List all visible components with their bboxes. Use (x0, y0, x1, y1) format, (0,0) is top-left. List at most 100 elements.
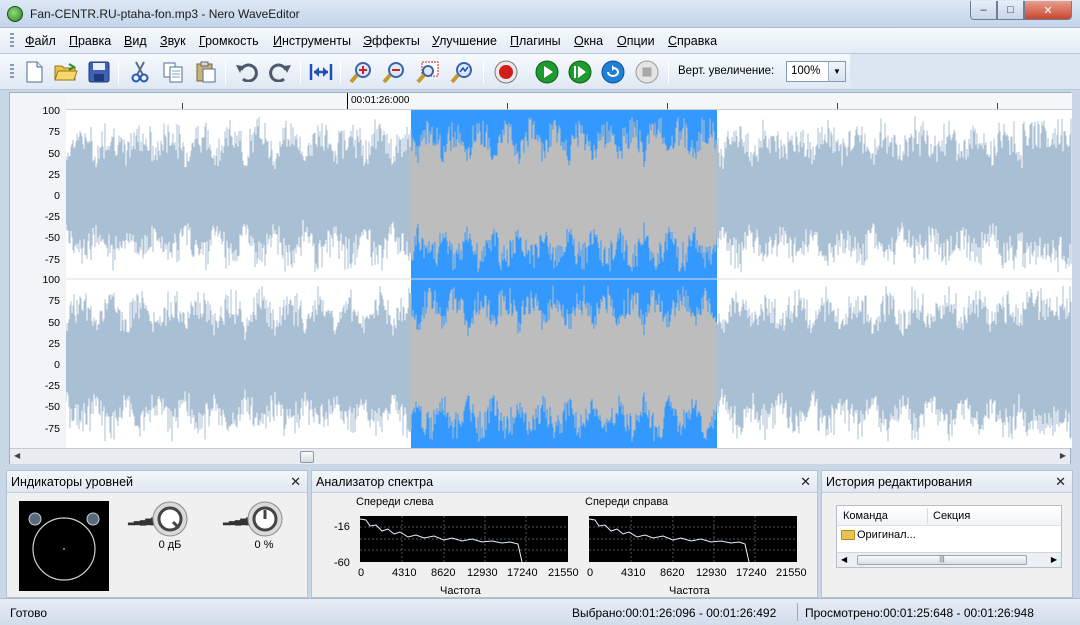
pan-knob[interactable] (247, 501, 283, 537)
zoom-selection-icon[interactable] (416, 60, 440, 84)
scroll-left-icon[interactable]: ◀ (841, 555, 847, 564)
toolbar-grip[interactable] (10, 64, 14, 80)
menu-enhancement[interactable]: Улучшение (432, 34, 497, 48)
menu-grip[interactable] (10, 33, 14, 49)
history-panel-title: История редактирования (826, 475, 973, 489)
levels-close-icon[interactable]: ✕ (290, 474, 301, 490)
menu-bar: Файл Правка Вид Звук Громкость Инструмен… (0, 28, 1080, 54)
waveform-panel[interactable]: 00:01:26:000 100 75 50 25 0 -25 -50 -75 … (9, 92, 1072, 464)
paste-icon[interactable] (194, 60, 218, 84)
history-row[interactable]: Оригинал... (841, 529, 916, 541)
zoom-in-icon[interactable] (349, 60, 373, 84)
stop-icon[interactable] (635, 60, 659, 84)
levels-panel-header: Индикаторы уровней ✕ (7, 471, 307, 493)
history-close-icon[interactable]: ✕ (1055, 474, 1066, 490)
menu-view[interactable]: Вид (124, 34, 147, 48)
status-viewed-range: Просмотрено:00:01:25:648 - 00:01:26:948 (805, 606, 1034, 620)
amplitude-axis-label: -75 (44, 254, 60, 266)
menu-edit[interactable]: Правка (69, 34, 111, 48)
play-selection-icon[interactable] (568, 60, 592, 84)
amplitude-axis-label: 100 (42, 105, 60, 117)
menu-help[interactable]: Справка (668, 34, 717, 48)
undo-icon[interactable] (235, 60, 259, 84)
horizontal-scrollbar[interactable]: ◀ ▶ (10, 448, 1070, 464)
window-title: Fan-CENTR.RU-ptaha-fon.mp3 - Nero WaveEd… (30, 7, 300, 21)
menu-tools[interactable]: Инструменты (273, 34, 351, 48)
amplitude-axis-label: -25 (44, 211, 60, 223)
history-table-header: Команда Секция (837, 506, 1061, 526)
waveform-display[interactable] (66, 110, 1072, 448)
save-disk-icon[interactable] (87, 60, 111, 84)
phase-scope (19, 501, 109, 591)
amplitude-axis-label: 0 (54, 190, 60, 202)
scroll-right-icon[interactable]: ▶ (1060, 451, 1066, 460)
column-command[interactable]: Команда (843, 510, 888, 522)
spectrum-x-tick: 12930 (467, 567, 498, 579)
history-scrollbar[interactable]: ◀ ||| ▶ (837, 552, 1061, 567)
close-button[interactable]: ✕ (1024, 1, 1072, 20)
spectrum-x-tick: 21550 (776, 567, 807, 579)
scroll-left-icon[interactable]: ◀ (14, 451, 20, 460)
menu-plugins[interactable]: Плагины (510, 34, 561, 48)
spectrum-x-tick: 8620 (431, 567, 456, 579)
spectrum-y-tick: -16 (334, 521, 350, 533)
volume-knob[interactable] (152, 501, 188, 537)
status-separator (797, 603, 798, 621)
history-row-original: Оригинал... (857, 529, 916, 541)
menu-effects[interactable]: Эффекты (363, 34, 420, 48)
menu-windows[interactable]: Окна (574, 34, 603, 48)
menu-volume[interactable]: Громкость (199, 34, 259, 48)
chevron-down-icon[interactable]: ▼ (828, 62, 845, 81)
history-panel-header: История редактирования ✕ (822, 471, 1072, 493)
cut-scissors-icon[interactable] (128, 60, 152, 84)
spectrum-x-tick: 17240 (507, 567, 538, 579)
ruler-tick (507, 103, 508, 109)
column-divider[interactable] (927, 508, 928, 524)
spectrum-panel-title: Анализатор спектра (316, 475, 434, 489)
history-scrollbar-thumb[interactable]: ||| (857, 555, 1027, 565)
history-table[interactable]: Команда Секция Оригинал... ◀ ||| ▶ (836, 505, 1062, 568)
amplitude-axis-label: -75 (44, 423, 60, 435)
ruler-tick (997, 103, 998, 109)
toolbar-separator (340, 60, 341, 84)
new-file-icon[interactable] (22, 60, 46, 84)
time-ruler[interactable]: 00:01:26:000 (66, 93, 1072, 110)
volume-value: 0 дБ (158, 539, 182, 551)
toolbar-separator (483, 60, 484, 84)
ruler-tick (837, 103, 838, 109)
spectrum-x-tick: 8620 (660, 567, 685, 579)
minimize-button[interactable]: – (970, 1, 997, 20)
zoom-fit-icon[interactable] (450, 60, 474, 84)
folder-icon (841, 530, 855, 540)
pan-value: 0 % (254, 539, 274, 551)
copy-icon[interactable] (161, 60, 185, 84)
spectrum-close-icon[interactable]: ✕ (800, 474, 811, 490)
menu-sound[interactable]: Звук (160, 34, 186, 48)
menu-options[interactable]: Опции (617, 34, 655, 48)
time-marker: 00:01:26:000 (347, 93, 409, 109)
play-icon[interactable] (535, 60, 559, 84)
amplitude-axis-label: 25 (48, 338, 60, 350)
redo-icon[interactable] (268, 60, 292, 84)
maximize-button[interactable]: □ (997, 1, 1024, 20)
scrollbar-thumb[interactable] (300, 451, 314, 463)
levels-panel-title: Индикаторы уровней (11, 475, 134, 489)
spectrum-left-label: Спереди слева (356, 496, 434, 508)
status-ready: Готово (10, 606, 48, 620)
toolbar-empty-area (850, 54, 1080, 90)
menu-file[interactable]: Файл (25, 34, 56, 48)
toolbar-separator (668, 60, 669, 84)
scroll-right-icon[interactable]: ▶ (1051, 555, 1057, 564)
zoom-out-icon[interactable] (382, 60, 406, 84)
spectrum-panel-header: Анализатор спектра ✕ (312, 471, 817, 493)
spectrum-x-tick: 12930 (696, 567, 727, 579)
amplitude-axis-label: 25 (48, 169, 60, 181)
open-folder-icon[interactable] (54, 60, 78, 84)
loop-icon[interactable] (601, 60, 625, 84)
fit-width-icon[interactable] (309, 60, 333, 84)
vertical-zoom-select[interactable]: 100% ▼ (786, 61, 846, 82)
column-section[interactable]: Секция (933, 510, 970, 522)
record-icon[interactable] (494, 60, 518, 84)
status-bar: Готово Выбрано:00:01:26:096 - 00:01:26:4… (0, 598, 1080, 625)
amplitude-axis-label: -50 (44, 232, 60, 244)
